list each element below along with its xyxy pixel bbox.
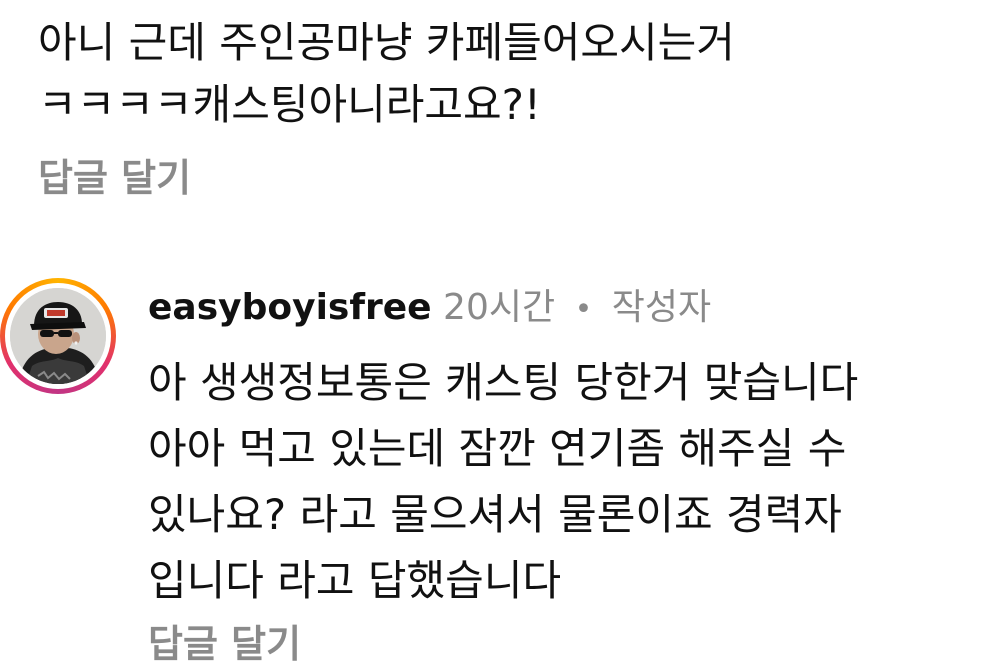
reply-button[interactable]: 답글 달기	[148, 618, 988, 670]
user-avatar-icon	[10, 288, 106, 384]
comment-meta: easyboyisfree 20시간 • 작성자	[148, 280, 988, 336]
reply-button[interactable]: 답글 달기	[38, 152, 191, 204]
comment-time: 20시간	[443, 287, 556, 328]
comment: easyboyisfree 20시간 • 작성자 아 생생정보통은 캐스팅 당한…	[148, 280, 988, 670]
meta-separator: •	[574, 292, 593, 327]
comment-username[interactable]: easyboyisfree	[148, 287, 432, 328]
comment-text: 아 생생정보통은 캐스팅 당한거 맞습니다 아아 먹고 있는데 잠깐 연기좀 해…	[148, 358, 859, 605]
avatar-photo	[10, 288, 106, 384]
previous-comment-text: 아니 근데 주인공마냥 카페들어오시는거 ㅋㅋㅋㅋ캐스팅아니라고요?!	[38, 18, 735, 129]
avatar[interactable]	[0, 278, 116, 394]
avatar-inner-border	[5, 283, 111, 389]
author-badge: 작성자	[611, 287, 712, 328]
